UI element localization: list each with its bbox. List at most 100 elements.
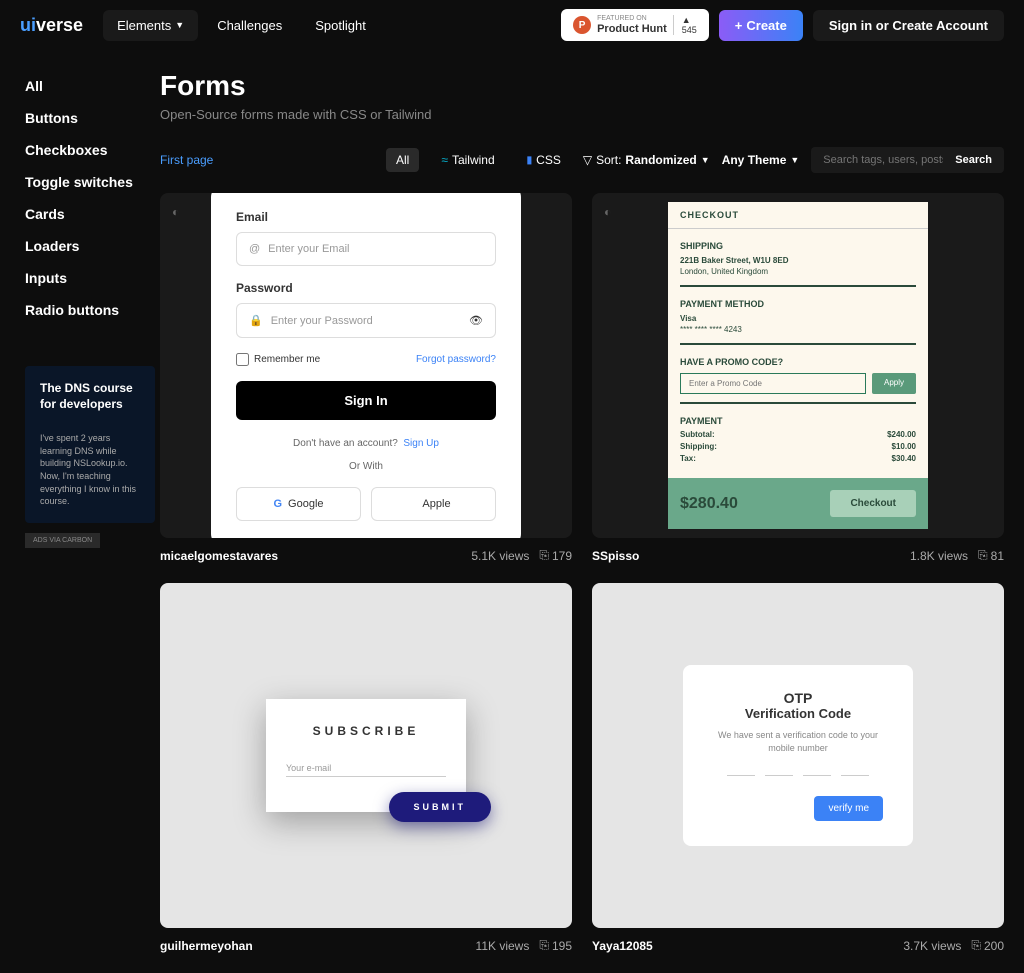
chevron-down-icon: ▼ bbox=[175, 20, 184, 30]
chevron-down-icon: ▼ bbox=[701, 155, 710, 165]
theme-dropdown[interactable]: Any Theme ▼ bbox=[722, 153, 800, 167]
card-author[interactable]: micaelgomestavares bbox=[160, 549, 278, 563]
subscribe-form: SUBSCRIBE Your e-mail SUBMIT bbox=[266, 699, 466, 812]
product-hunt-badge[interactable]: P FEATURED ON Product Hunt ▲545 bbox=[561, 9, 709, 41]
sidebar-item-cards[interactable]: Cards bbox=[25, 198, 160, 230]
search-input[interactable] bbox=[823, 154, 943, 166]
card-preview[interactable]: ◐ CHECKOUT SHIPPING 221B Baker Street, W… bbox=[592, 193, 1004, 538]
email-input[interactable]: Your e-mail bbox=[286, 763, 446, 777]
sidebar-item-loaders[interactable]: Loaders bbox=[25, 230, 160, 262]
ad-title: The DNS course for developers bbox=[40, 381, 140, 412]
bookmark-icon: ⎘ bbox=[978, 548, 988, 563]
css-badge-icon: ◐ bbox=[172, 205, 179, 219]
page-subtitle: Open-Source forms made with CSS or Tailw… bbox=[160, 107, 1004, 122]
card-views: 1.8K views bbox=[910, 549, 968, 563]
sidebar-item-radio-buttons[interactable]: Radio buttons bbox=[25, 294, 160, 326]
signin-submit[interactable]: Sign In bbox=[236, 381, 496, 420]
lock-icon: 🔒 bbox=[249, 314, 263, 327]
card-preview[interactable]: OTP Verification Code We have sent a ver… bbox=[592, 583, 1004, 928]
forgot-link[interactable]: Forgot password? bbox=[416, 354, 496, 365]
card-bookmarks[interactable]: ⎘ 195 bbox=[539, 938, 572, 953]
total-amount: $280.40 bbox=[680, 495, 738, 513]
submit-button[interactable]: SUBMIT bbox=[389, 792, 492, 822]
apply-button[interactable]: Apply bbox=[872, 373, 916, 394]
header-right: P FEATURED ON Product Hunt ▲545 + Create… bbox=[561, 9, 1004, 41]
sidebar-item-inputs[interactable]: Inputs bbox=[25, 262, 160, 294]
card-preview[interactable]: ◐ Email @ Enter your Email Password 🔒 En… bbox=[160, 193, 572, 538]
bookmark-icon: ⎘ bbox=[971, 938, 981, 953]
css-icon: ▮ bbox=[527, 155, 533, 166]
card-author[interactable]: Yaya12085 bbox=[592, 939, 653, 953]
verify-button[interactable]: verify me bbox=[814, 796, 883, 821]
login-form: Email @ Enter your Email Password 🔒 Ente… bbox=[211, 193, 521, 538]
password-input[interactable]: 🔒 Enter your Password👁 bbox=[236, 303, 496, 338]
otp-inputs[interactable] bbox=[713, 774, 883, 776]
card-author[interactable]: SSpisso bbox=[592, 549, 639, 563]
at-icon: @ bbox=[249, 243, 260, 255]
eye-icon[interactable]: 👁 bbox=[469, 314, 483, 327]
email-label: Email bbox=[236, 210, 496, 224]
search-button[interactable]: Search bbox=[955, 154, 992, 166]
sidebar-item-buttons[interactable]: Buttons bbox=[25, 102, 160, 134]
ad-card[interactable]: The DNS course for developers I've spent… bbox=[25, 366, 155, 523]
card-preview[interactable]: SUBSCRIBE Your e-mail SUBMIT bbox=[160, 583, 572, 928]
css-badge-icon: ◐ bbox=[604, 205, 611, 219]
nav: Elements ▼ Challenges Spotlight bbox=[103, 10, 380, 41]
ad-tag: ADS VIA CARBON bbox=[25, 533, 100, 548]
checkout-button[interactable]: Checkout bbox=[830, 490, 916, 517]
promo-input[interactable] bbox=[680, 373, 866, 394]
card-otp: OTP Verification Code We have sent a ver… bbox=[592, 583, 1004, 953]
google-icon: G bbox=[273, 498, 282, 510]
card-subscribe: SUBSCRIBE Your e-mail SUBMIT guilhermeyo… bbox=[160, 583, 572, 953]
logo[interactable]: uiverse bbox=[20, 15, 83, 36]
logo-verse: verse bbox=[36, 15, 83, 35]
card-author[interactable]: guilhermeyohan bbox=[160, 939, 253, 953]
checkout-title: CHECKOUT bbox=[668, 202, 928, 229]
google-button[interactable]: G Google bbox=[236, 487, 361, 521]
card-checkout: ◐ CHECKOUT SHIPPING 221B Baker Street, W… bbox=[592, 193, 1004, 563]
cards-grid: ◐ Email @ Enter your Email Password 🔒 En… bbox=[160, 193, 1004, 953]
search-box: Search bbox=[811, 147, 1004, 173]
card-bookmarks[interactable]: ⎘ 179 bbox=[539, 548, 572, 563]
first-page-link[interactable]: First page bbox=[160, 153, 213, 167]
nav-challenges[interactable]: Challenges bbox=[203, 10, 296, 41]
tailwind-icon: ≈ bbox=[441, 153, 448, 167]
nav-elements[interactable]: Elements ▼ bbox=[103, 10, 198, 41]
remember-checkbox[interactable]: Remember me bbox=[236, 353, 320, 366]
password-label: Password bbox=[236, 281, 496, 295]
card-views: 5.1K views bbox=[471, 549, 529, 563]
create-button[interactable]: + Create bbox=[719, 10, 803, 41]
sort-dropdown[interactable]: ▽ Sort: Randomized ▼ bbox=[583, 153, 710, 167]
signup-link[interactable]: Sign Up bbox=[403, 438, 439, 449]
sidebar-item-all[interactable]: All bbox=[25, 70, 160, 102]
sidebar: All Buttons Checkboxes Toggle switches C… bbox=[0, 50, 160, 973]
filter-bar: First page All ≈ Tailwind ▮ CSS ▽ Sort: … bbox=[160, 147, 1004, 173]
card-views: 3.7K views bbox=[903, 939, 961, 953]
signin-button[interactable]: Sign in or Create Account bbox=[813, 10, 1004, 41]
filter-all[interactable]: All bbox=[386, 148, 419, 172]
bookmark-icon: ⎘ bbox=[539, 938, 549, 953]
logo-ui: ui bbox=[20, 15, 36, 35]
email-input[interactable]: @ Enter your Email bbox=[236, 232, 496, 266]
filter-css[interactable]: ▮ CSS bbox=[517, 148, 571, 172]
card-views: 11K views bbox=[476, 939, 530, 953]
page-title: Forms bbox=[160, 70, 1004, 102]
sidebar-item-toggle-switches[interactable]: Toggle switches bbox=[25, 166, 160, 198]
product-hunt-icon: P bbox=[573, 16, 591, 34]
content: Forms Open-Source forms made with CSS or… bbox=[160, 50, 1024, 973]
top-header: uiverse Elements ▼ Challenges Spotlight … bbox=[0, 0, 1024, 50]
nav-spotlight[interactable]: Spotlight bbox=[301, 10, 380, 41]
otp-form: OTP Verification Code We have sent a ver… bbox=[683, 665, 913, 846]
apple-button[interactable]: Apple bbox=[371, 487, 496, 521]
ad-desc: I've spent 2 years learning DNS while bu… bbox=[40, 432, 140, 508]
checkout-form: CHECKOUT SHIPPING 221B Baker Street, W1U… bbox=[668, 202, 928, 530]
plus-icon: + bbox=[735, 18, 743, 33]
bookmark-icon: ⎘ bbox=[539, 548, 549, 563]
chevron-down-icon: ▼ bbox=[790, 155, 799, 165]
card-bookmarks[interactable]: ⎘ 81 bbox=[978, 548, 1004, 563]
filter-icon: ▽ bbox=[583, 153, 592, 167]
sidebar-item-checkboxes[interactable]: Checkboxes bbox=[25, 134, 160, 166]
filter-tailwind[interactable]: ≈ Tailwind bbox=[431, 148, 504, 172]
card-login: ◐ Email @ Enter your Email Password 🔒 En… bbox=[160, 193, 572, 563]
card-bookmarks[interactable]: ⎘ 200 bbox=[971, 938, 1004, 953]
